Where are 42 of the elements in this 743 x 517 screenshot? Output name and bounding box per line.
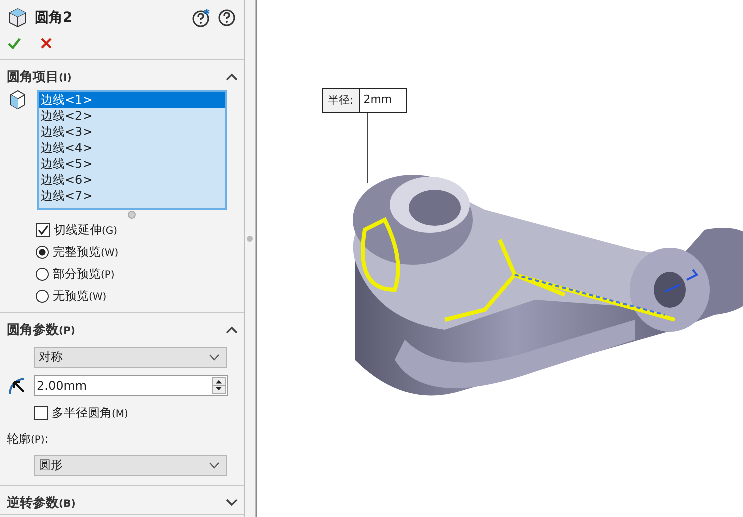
option-label: 切线延伸(G) (54, 222, 118, 238)
splitter-handle[interactable] (247, 236, 253, 242)
list-item[interactable]: 边线<4> (39, 140, 225, 156)
close-icon[interactable] (41, 38, 52, 49)
section-title[interactable]: 圆角参数(P) (7, 321, 76, 339)
edge-list[interactable]: 边线<1> 边线<2> 边线<3> 边线<4> 边线<5> 边线<6> 边线<7> (37, 90, 227, 210)
radius-callout[interactable]: 半径: 2mm (322, 88, 408, 113)
expand-icon[interactable] (226, 499, 238, 507)
checkmark-icon[interactable] (8, 38, 21, 49)
section-title[interactable]: 圆角项目(I) (7, 68, 72, 86)
list-item[interactable]: 边线<2> (39, 108, 225, 124)
checkbox[interactable] (34, 406, 48, 420)
list-item[interactable]: 边线<7> (39, 188, 225, 204)
caret-icon (209, 462, 220, 469)
checkbox[interactable] (36, 223, 50, 237)
list-item[interactable]: 边线<6> (39, 172, 225, 188)
option-label: 部分预览(P) (53, 266, 115, 282)
cube-icon (7, 7, 29, 29)
field-label: 轮廓(P): (7, 432, 49, 446)
section-title[interactable]: 逆转参数(B) (7, 494, 76, 512)
radio-button[interactable] (36, 246, 49, 258)
collapse-icon[interactable] (226, 73, 238, 81)
leader-line (367, 113, 368, 183)
caret-icon (209, 354, 220, 361)
dropdown[interactable]: 对称 (34, 347, 227, 368)
help-icon[interactable] (218, 9, 236, 27)
radio-button[interactable] (36, 268, 49, 280)
collapse-icon[interactable] (226, 326, 238, 334)
radio-button[interactable] (36, 290, 49, 302)
dropdown[interactable]: 圆形 (34, 455, 227, 476)
edge-selection-icon (9, 90, 27, 110)
list-item[interactable]: 边线<5> (39, 156, 225, 172)
list-item[interactable]: 边线<3> (39, 124, 225, 140)
resize-handle[interactable] (128, 211, 136, 219)
list-item[interactable]: 边线<1> (39, 92, 225, 108)
radius-field[interactable]: 2.00mm (34, 375, 228, 396)
option-label: 无预览(W) (53, 288, 107, 304)
option-label: 多半径圆角(M) (52, 404, 128, 422)
option-label: 完整预览(W) (53, 244, 119, 260)
help-icon[interactable] (192, 8, 212, 28)
feature-title: 圆角2 (35, 9, 73, 27)
spinner-control[interactable] (212, 377, 226, 394)
